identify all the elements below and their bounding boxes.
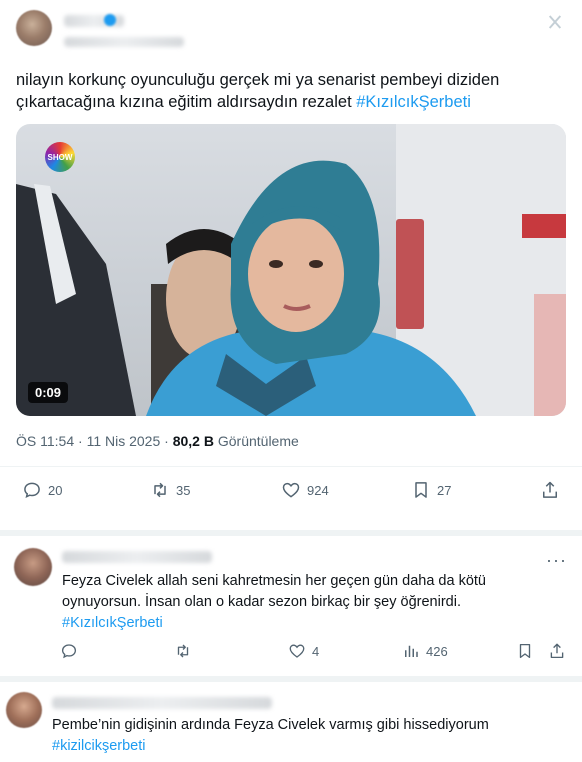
tweet-time[interactable]: ÖS 11:54 (16, 433, 74, 449)
reply1-views-count: 426 (426, 643, 448, 659)
like-count: 924 (307, 482, 329, 498)
verified-badge-icon (104, 14, 116, 26)
heart-icon (289, 644, 305, 658)
retweet-icon (154, 482, 166, 498)
channel-logo-text: SHOW (47, 152, 73, 162)
bookmark-count: 27 (437, 482, 452, 498)
reply-button[interactable]: 20 (22, 480, 62, 500)
reply2-hashtag[interactable]: #kizilcikşerbeti (52, 738, 145, 754)
reply2-author[interactable] (52, 697, 272, 709)
views-count: 80,2 B (172, 433, 214, 449)
reply2-body: Pembe’nin gidişinin ardında Feyza Civele… (52, 717, 489, 733)
retweet-button[interactable]: 35 (150, 480, 190, 500)
video-duration: 0:09 (35, 385, 62, 400)
divider (0, 466, 582, 467)
share-icon (550, 643, 564, 659)
bookmark-icon (415, 482, 427, 498)
reply-count: 20 (48, 482, 63, 498)
video-player[interactable]: SHOW 0:09 (16, 124, 566, 416)
reply1-views-button[interactable]: 426 (402, 642, 448, 660)
reply-icon (24, 482, 40, 499)
section-divider (0, 530, 582, 536)
reply1-share-button[interactable] (548, 642, 566, 660)
author-handle[interactable] (64, 37, 184, 47)
share-button[interactable] (540, 480, 560, 500)
bookmark-button[interactable]: 27 (411, 480, 451, 500)
channel-logo: SHOW (45, 142, 75, 172)
share-icon (543, 481, 557, 498)
video-frame (16, 124, 566, 416)
reply1-like-count: 4 (312, 643, 320, 659)
reply1-hashtag[interactable]: #KızılcıkŞerbeti (62, 615, 163, 631)
reply2-avatar[interactable] (6, 692, 42, 728)
analytics-icon (405, 645, 418, 657)
bookmark-icon (519, 643, 531, 659)
tweet-meta: ÖS 11:54 · 11 Nis 2025 · 80,2 B Görüntül… (16, 433, 299, 449)
reply1-retweet-button[interactable] (174, 642, 192, 660)
tweet-date[interactable]: 11 Nis 2025 (87, 433, 161, 449)
reply1-author[interactable] (62, 551, 212, 563)
retweet-count: 35 (176, 482, 191, 498)
tweet-text: nilayın korkunç oyunculuğu gerçek mi ya … (16, 69, 566, 113)
like-button[interactable]: 924 (281, 480, 329, 500)
tweet-hashtag[interactable]: #KızılcıkŞerbeti (356, 93, 471, 111)
video-duration-badge: 0:09 (28, 382, 69, 403)
reply1-avatar[interactable] (14, 548, 52, 586)
author-avatar[interactable] (16, 10, 52, 46)
reply2-text: Pembe’nin gidişinin ardında Feyza Civele… (52, 715, 572, 757)
section-divider (0, 676, 582, 682)
reply1-bookmark-button[interactable] (516, 642, 534, 660)
reply1-reply-button[interactable] (60, 642, 78, 660)
reply1-text: Feyza Civelek allah seni kahretmesin her… (62, 571, 552, 634)
retweet-icon (177, 644, 189, 658)
reply1-like-button[interactable]: 4 (288, 642, 319, 660)
views-label: Görüntüleme (217, 433, 299, 449)
reply-icon (61, 644, 77, 659)
reply1-more-button[interactable]: ··· (546, 550, 567, 571)
x-logo-icon[interactable] (547, 14, 563, 30)
heart-icon (282, 482, 300, 498)
reply1-body: Feyza Civelek allah seni kahretmesin her… (62, 573, 486, 610)
